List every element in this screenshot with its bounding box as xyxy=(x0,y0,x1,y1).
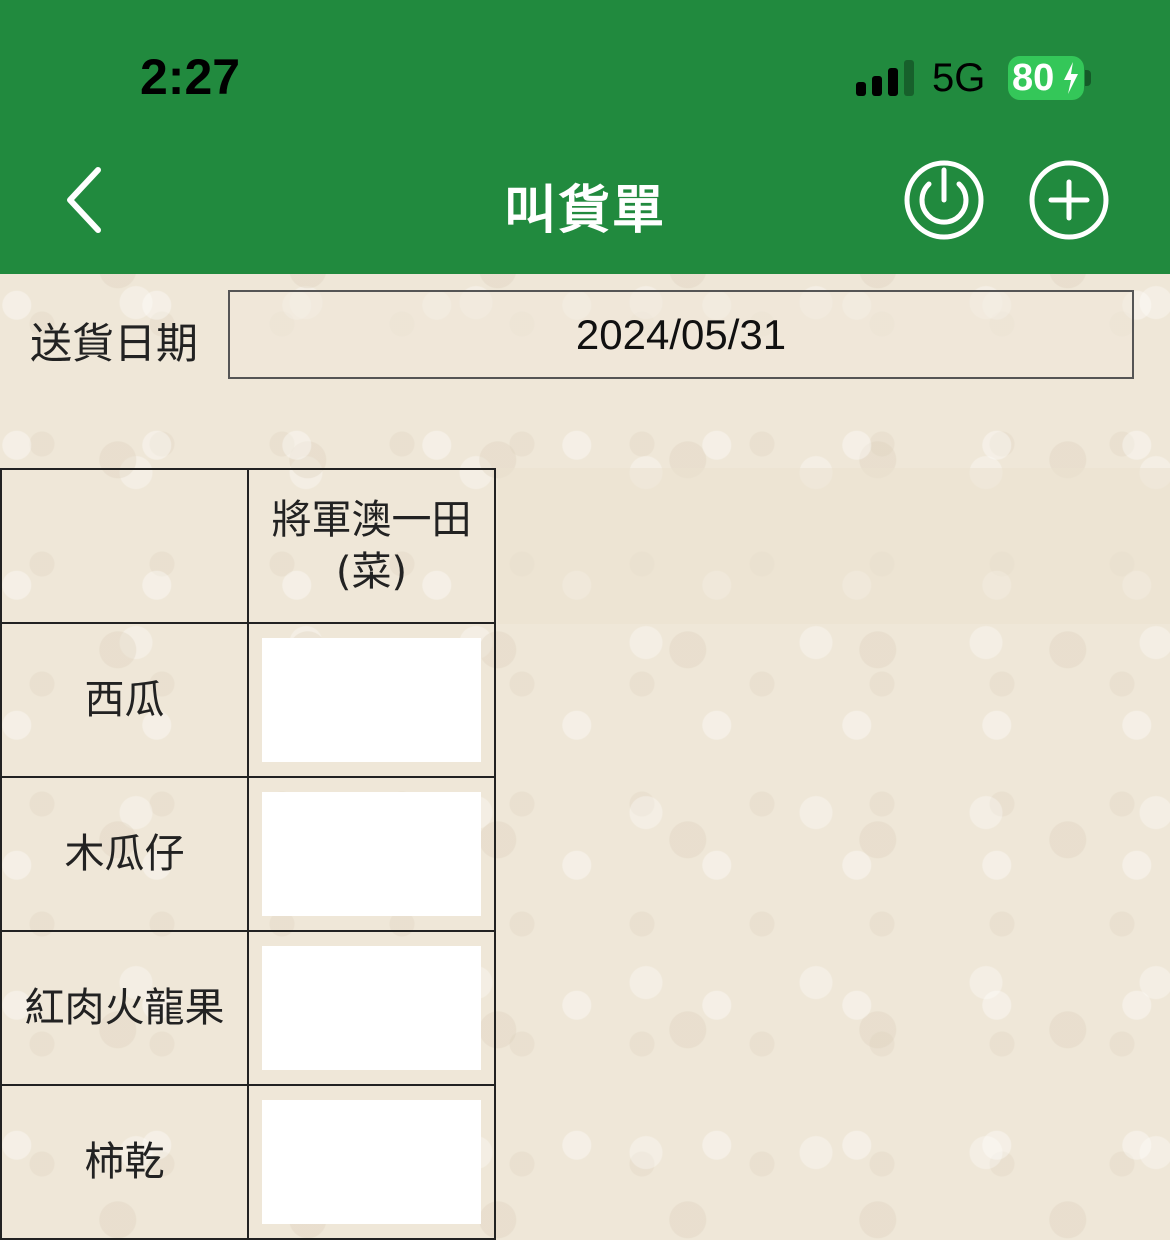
back-chevron-icon[interactable] xyxy=(50,160,120,240)
table-header-row: 將軍澳一田 (菜) xyxy=(0,468,496,624)
delivery-date-field[interactable]: 2024/05/31 xyxy=(228,290,1134,379)
item-name: 紅肉火龍果 xyxy=(0,930,249,1086)
table-row: 柿乾 xyxy=(0,1084,496,1240)
battery-tip xyxy=(1085,70,1091,86)
add-circle-icon[interactable] xyxy=(1027,158,1111,242)
quantity-input[interactable] xyxy=(262,792,481,916)
store-name: 將軍澳一田 xyxy=(271,497,472,543)
column-header-store: 將軍澳一田 (菜) xyxy=(247,468,496,624)
quantity-cell xyxy=(247,622,496,778)
table-row: 西瓜 xyxy=(0,622,496,778)
item-name: 西瓜 xyxy=(0,622,249,778)
corner-cell xyxy=(0,468,249,624)
charging-bolt-icon xyxy=(1064,62,1078,94)
header-row-band xyxy=(498,468,1170,624)
order-table: 將軍澳一田 (菜) 西瓜 木瓜仔 紅肉火龍果 柿乾 xyxy=(0,468,496,1240)
quantity-input[interactable] xyxy=(262,946,481,1070)
item-name: 木瓜仔 xyxy=(0,776,249,932)
delivery-date-label: 送貨日期 xyxy=(30,319,199,368)
quantity-cell xyxy=(247,930,496,1086)
quantity-cell xyxy=(247,1084,496,1240)
table-row: 木瓜仔 xyxy=(0,776,496,932)
network-type: 5G xyxy=(932,56,986,100)
quantity-cell xyxy=(247,776,496,932)
store-category: (菜) xyxy=(335,549,408,595)
power-icon[interactable] xyxy=(902,158,986,242)
table-row: 紅肉火龍果 xyxy=(0,930,496,1086)
app-header: 2:27 5G 80 叫貨單 xyxy=(0,0,1170,274)
quantity-input[interactable] xyxy=(262,638,481,762)
status-time: 2:27 xyxy=(140,49,241,105)
quantity-input[interactable] xyxy=(262,1100,481,1224)
item-name: 柿乾 xyxy=(0,1084,249,1240)
page-title: 叫貨單 xyxy=(503,181,666,241)
signal-icon xyxy=(856,60,916,96)
